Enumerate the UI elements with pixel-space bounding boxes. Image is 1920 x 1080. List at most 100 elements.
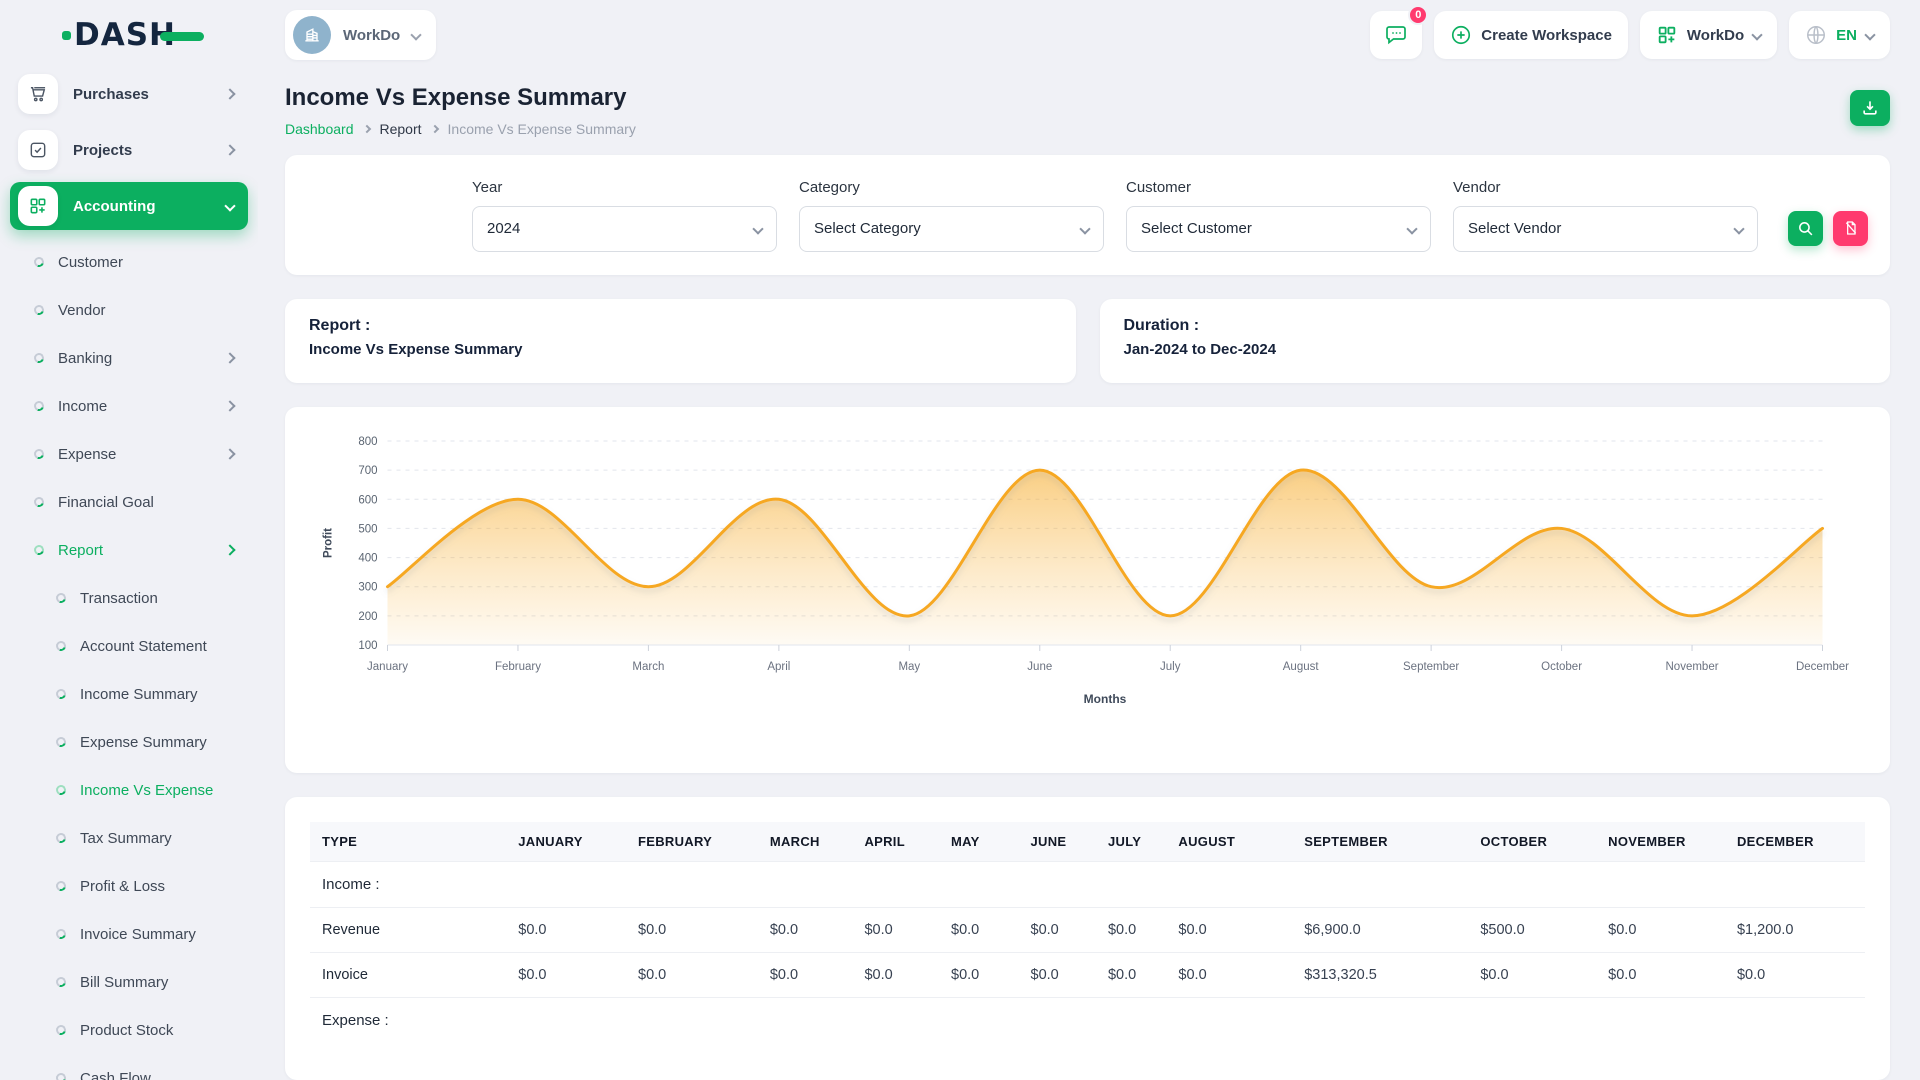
cell-value: $1,200.0 [1725, 908, 1865, 953]
column-october: OCTOBER [1468, 822, 1596, 862]
create-workspace-button[interactable]: Create Workspace [1434, 11, 1628, 59]
column-march: MARCH [758, 822, 853, 862]
sidebar-item-invoice-summary[interactable]: Invoice Summary [10, 910, 248, 958]
cell-value: $0.0 [1096, 953, 1166, 998]
svg-text:August: August [1283, 661, 1320, 673]
workspace-switcher[interactable]: WorkDo [285, 10, 436, 60]
column-september: SEPTEMBER [1292, 822, 1468, 862]
workspace-name: WorkDo [343, 27, 400, 44]
breadcrumb-report[interactable]: Report [380, 121, 422, 137]
svg-text:November: November [1666, 661, 1719, 673]
download-report-button[interactable] [1850, 90, 1890, 126]
sidebar-item-projects[interactable]: Projects [10, 126, 248, 174]
sidebar-item-income-summary[interactable]: Income Summary [10, 670, 248, 718]
sidebar-item-bill-summary[interactable]: Bill Summary [10, 958, 248, 1006]
x-axis-label: Months [1084, 692, 1127, 706]
svg-text:January: January [367, 661, 408, 673]
chevron-right-icon [224, 352, 235, 363]
sidebar-item-purchases[interactable]: Purchases [10, 70, 248, 118]
messages-button[interactable]: 0 [1370, 11, 1422, 59]
customer-label: Customer [1126, 179, 1431, 196]
bullet-icon [32, 255, 45, 268]
chart-svg: 100200300400500600700800JanuaryFebruaryM… [310, 423, 1865, 735]
cell-value: $0.0 [758, 953, 853, 998]
sidebar-item-income[interactable]: Income [10, 382, 248, 430]
sidebar-item-financial-goal[interactable]: Financial Goal [10, 478, 248, 526]
svg-text:600: 600 [358, 494, 377, 506]
cell-value: $0.0 [758, 908, 853, 953]
category-select[interactable]: Select Category [799, 206, 1104, 252]
grid-plus-icon [1656, 24, 1678, 46]
vendor-select[interactable]: Select Vendor [1453, 206, 1758, 252]
profit-area-chart: 100200300400500600700800JanuaryFebruaryM… [310, 423, 1865, 735]
vendor-label: Vendor [1453, 179, 1758, 196]
sidebar-sub-nav: Customer Vendor Banking Income Expense F… [10, 238, 248, 1080]
bullet-icon [54, 687, 67, 700]
chevron-right-icon [224, 544, 235, 555]
bullet-icon [32, 543, 45, 556]
sidebar-item-cash-flow[interactable]: Cash Flow [10, 1054, 248, 1080]
sidebar-item-banking[interactable]: Banking [10, 334, 248, 382]
report-info-value: Income Vs Expense Summary [309, 341, 1052, 358]
svg-text:September: September [1403, 661, 1459, 673]
sidebar-item-vendor[interactable]: Vendor [10, 286, 248, 334]
bullet-icon [54, 1071, 67, 1080]
clear-file-icon [1843, 220, 1859, 236]
category-label: Category [799, 179, 1104, 196]
sidebar-item-report[interactable]: Report [10, 526, 248, 574]
breadcrumb-dashboard[interactable]: Dashboard [285, 121, 354, 137]
bullet-icon [54, 1023, 67, 1036]
table-section-income: Income : [310, 862, 1865, 908]
svg-text:April: April [767, 661, 790, 673]
sidebar-item-customer[interactable]: Customer [10, 238, 248, 286]
chevron-right-icon [224, 144, 235, 155]
sidebar-item-tax-summary[interactable]: Tax Summary [10, 814, 248, 862]
sidebar-item-profit-loss[interactable]: Profit & Loss [10, 862, 248, 910]
column-april: APRIL [852, 822, 939, 862]
chat-icon [1384, 23, 1408, 47]
bullet-icon [54, 735, 67, 748]
customer-select[interactable]: Select Customer [1126, 206, 1431, 252]
column-type: TYPE [310, 822, 506, 862]
sidebar-item-accounting[interactable]: Accounting [10, 182, 248, 230]
profit-chart-card: 100200300400500600700800JanuaryFebruaryM… [285, 407, 1890, 773]
chevron-down-icon [1864, 29, 1875, 40]
column-may: MAY [939, 822, 1019, 862]
svg-text:July: July [1160, 661, 1181, 673]
sidebar-item-account-statement[interactable]: Account Statement [10, 622, 248, 670]
bullet-icon [32, 399, 45, 412]
column-february: FEBRUARY [626, 822, 758, 862]
page-head: Income Vs Expense Summary Dashboard Repo… [285, 84, 1890, 137]
svg-text:400: 400 [358, 553, 377, 565]
apps-menu-button[interactable]: WorkDo [1640, 11, 1777, 59]
svg-text:December: December [1796, 661, 1849, 673]
topbar-actions: 0 Create Workspace WorkDo [1370, 11, 1890, 59]
bullet-icon [32, 303, 45, 316]
year-select[interactable]: 2024 [472, 206, 777, 252]
logo-dash-bar [160, 32, 204, 41]
sidebar-item-product-stock[interactable]: Product Stock [10, 1006, 248, 1054]
main-area: WorkDo 0 Create Workspace [258, 0, 1920, 1080]
sidebar-item-income-vs-expense[interactable]: Income Vs Expense [10, 766, 248, 814]
cell-value: $0.0 [1096, 908, 1166, 953]
sidebar-item-expense[interactable]: Expense [10, 430, 248, 478]
cell-value: $0.0 [1468, 953, 1596, 998]
sidebar-item-transaction[interactable]: Transaction [10, 574, 248, 622]
year-label: Year [472, 179, 777, 196]
svg-text:June: June [1027, 661, 1052, 673]
breadcrumb: Dashboard Report Income Vs Expense Summa… [285, 121, 636, 137]
apply-filter-button[interactable] [1788, 211, 1823, 246]
page-title: Income Vs Expense Summary [285, 84, 636, 112]
column-july: JULY [1096, 822, 1166, 862]
search-icon [1797, 220, 1814, 237]
cell-value: $0.0 [626, 953, 758, 998]
bullet-icon [32, 447, 45, 460]
language-selector[interactable]: EN [1789, 11, 1890, 59]
cell-value: $0.0 [852, 908, 939, 953]
reset-filter-button[interactable] [1833, 211, 1868, 246]
sidebar-item-expense-summary[interactable]: Expense Summary [10, 718, 248, 766]
cell-value: $0.0 [1166, 908, 1292, 953]
logo[interactable]: DASH [10, 0, 248, 70]
table-header-row: TYPEJANUARYFEBRUARYMARCHAPRILMAYJUNEJULY… [310, 822, 1865, 862]
bullet-icon [32, 351, 45, 364]
